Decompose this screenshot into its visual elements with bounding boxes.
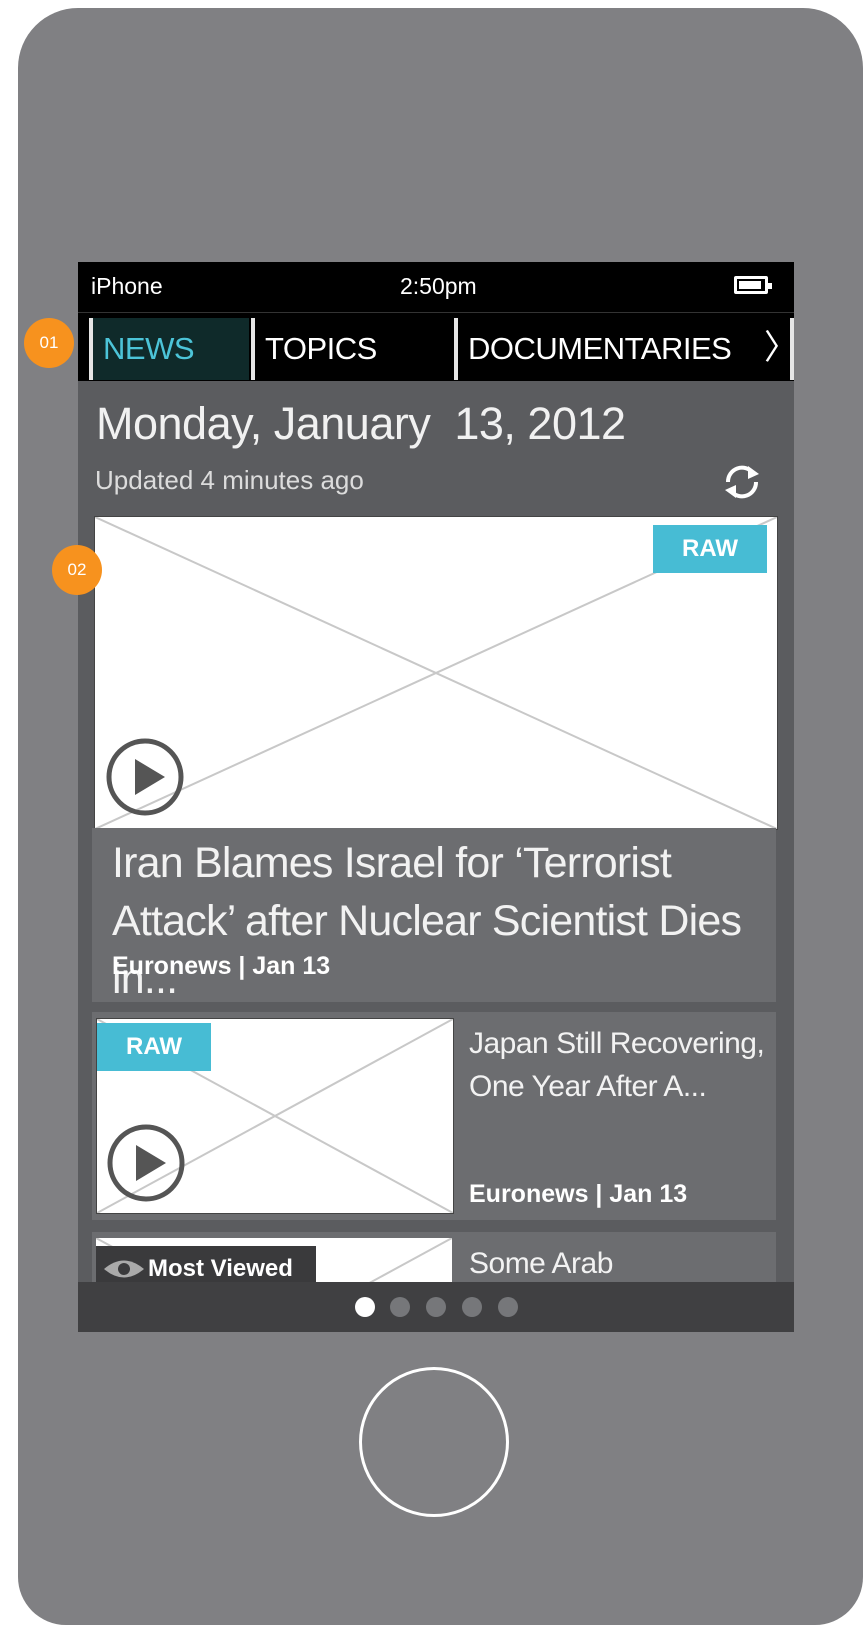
play-icon[interactable]	[105, 737, 185, 817]
tab-documentaries[interactable]: DOCUMENTARIES	[454, 318, 754, 380]
home-button[interactable]	[359, 1367, 509, 1517]
featured-story-image[interactable]: RAW	[94, 516, 778, 830]
tab-bar: NEWS TOPICS DOCUMENTARIES 〉	[78, 312, 794, 381]
page-title: Monday, January 13, 2012	[96, 398, 626, 449]
page-indicator	[78, 1282, 794, 1332]
page-dot[interactable]	[498, 1297, 518, 1317]
tab-topics[interactable]: TOPICS	[251, 318, 451, 380]
featured-meta: Euronews | Jan 13	[112, 952, 331, 980]
featured-headline[interactable]: Iran Blames Israel for ‘Terrorist Attack…	[112, 834, 772, 1008]
featured-story-caption[interactable]: Iran Blames Israel for ‘Terrorist Attack…	[92, 828, 776, 1003]
page-dot[interactable]	[355, 1297, 375, 1317]
status-bar: iPhone 2:50pm	[78, 262, 794, 312]
raw-badge: RAW	[97, 1023, 211, 1071]
most-viewed-label: Most Viewed	[148, 1255, 293, 1282]
app-screen: iPhone 2:50pm NEWS TOPICS DOCUMENTARIES …	[78, 262, 794, 1332]
page-dot[interactable]	[390, 1297, 410, 1317]
story-title[interactable]: Some Arab	[469, 1242, 769, 1285]
list-item[interactable]: RAW Japan Still Recovering, One Year Aft…	[92, 1012, 776, 1220]
chevron-right-icon[interactable]: 〉	[764, 318, 794, 380]
battery-icon	[734, 276, 772, 294]
story-title[interactable]: Japan Still Recovering, One Year After A…	[469, 1022, 769, 1108]
annotation-marker: 02	[52, 545, 102, 595]
page-dot[interactable]	[462, 1297, 482, 1317]
raw-badge: RAW	[653, 525, 767, 573]
updated-timestamp: Updated 4 minutes ago	[95, 465, 364, 495]
play-icon[interactable]	[106, 1123, 186, 1203]
eye-icon	[104, 1260, 144, 1278]
clock: 2:50pm	[400, 273, 477, 299]
refresh-icon[interactable]	[720, 462, 764, 502]
story-meta: Euronews | Jan 13	[469, 1180, 688, 1208]
page-dot[interactable]	[426, 1297, 446, 1317]
story-image: RAW	[96, 1018, 454, 1214]
carrier-label: iPhone	[91, 273, 163, 299]
annotation-marker: 01	[24, 318, 74, 368]
tab-news[interactable]: NEWS	[89, 318, 249, 380]
